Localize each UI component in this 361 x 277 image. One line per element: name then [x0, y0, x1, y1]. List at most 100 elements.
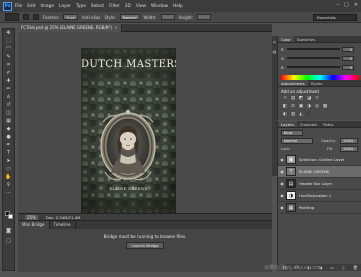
workspace-switcher[interactable]: Essentials — [313, 14, 357, 21]
threshold-adjustment-icon[interactable]: ◭ — [298, 112, 304, 118]
tab-layers[interactable]: Layers — [278, 121, 297, 127]
launch-bridge-button[interactable]: Launch Bridge — [126, 242, 164, 249]
tab-swatches[interactable]: Swatches — [294, 36, 318, 42]
minimize-icon[interactable]: – — [337, 2, 340, 8]
document-info[interactable]: Doc: 2.54M/21.4M — [46, 215, 81, 220]
menu-select[interactable]: Select — [91, 4, 104, 9]
crop-tool-icon[interactable]: ⌗ — [3, 61, 14, 69]
blur-tool-icon[interactable]: ◆ — [3, 125, 14, 133]
visibility-eye-icon[interactable]: ◉ — [278, 205, 286, 210]
quick-mask-icon[interactable]: ◙ — [3, 227, 14, 235]
menu-edit[interactable]: Edit — [27, 4, 35, 9]
tab-adjustments[interactable]: Adjustments — [278, 80, 308, 86]
tab-paths[interactable]: Paths — [320, 121, 336, 127]
brush-tool-icon[interactable]: ✏ — [3, 85, 14, 93]
menu-3d[interactable]: 3D — [125, 4, 131, 9]
dodge-tool-icon[interactable]: ● — [3, 133, 14, 141]
menu-help[interactable]: Help — [173, 4, 183, 9]
menu-layer[interactable]: Layer — [59, 4, 71, 9]
invert-adjustment-icon[interactable]: ◐ — [282, 112, 288, 118]
opacity-input[interactable]: 100% — [340, 138, 358, 144]
quick-select-tool-icon[interactable]: ✎ — [3, 53, 14, 61]
hue-saturation-adjustment-icon[interactable]: ◧ — [282, 104, 288, 110]
more-tools-icon[interactable]: ··· — [3, 189, 14, 197]
type-tool-icon[interactable]: T — [3, 149, 14, 157]
maximize-icon[interactable]: □ — [344, 2, 349, 8]
red-slider[interactable] — [287, 48, 340, 50]
width-input[interactable] — [160, 14, 175, 20]
layer-name[interactable]: ELAINE GREENE — [299, 169, 329, 174]
healing-brush-tool-icon[interactable]: ✚ — [3, 77, 14, 85]
levels-adjustment-icon[interactable]: ▤ — [290, 96, 296, 102]
antialias-checkbox[interactable]: Anti-alias — [82, 15, 101, 20]
gradient-map-adjustment-icon[interactable]: ⬛ — [306, 112, 312, 118]
green-value[interactable]: 0 — [342, 55, 354, 61]
layer-row[interactable]: ◉ ▣ Selection: Outline Layer — [278, 154, 361, 166]
tab-channels[interactable]: Channels — [297, 121, 321, 127]
layer-name[interactable]: Selection: Outline Layer — [299, 157, 345, 162]
layer-filter-select[interactable]: Kind — [281, 130, 303, 136]
visibility-eye-icon[interactable]: ◉ — [278, 157, 286, 162]
color-balance-adjustment-icon[interactable]: ⚖ — [290, 104, 296, 110]
zoom-tool-icon[interactable]: ⚲ — [3, 181, 14, 189]
layer-row[interactable]: ◉ ▤ Header Bar Layer — [278, 178, 361, 190]
layer-name[interactable]: Painting — [299, 205, 314, 210]
curves-adjustment-icon[interactable]: ◩ — [298, 96, 304, 102]
tab-timeline[interactable]: Timeline — [50, 221, 76, 229]
feather-input[interactable]: 0 px — [63, 14, 78, 20]
background-color-swatch[interactable] — [8, 214, 13, 219]
red-value[interactable]: 0 — [342, 46, 354, 52]
lasso-tool-icon[interactable]: ⌒ — [3, 45, 14, 53]
green-slider[interactable] — [287, 57, 340, 59]
menu-type[interactable]: Type — [76, 4, 86, 9]
visibility-eye-icon[interactable]: ◉ — [278, 193, 286, 198]
history-brush-tool-icon[interactable]: ↺ — [3, 101, 14, 109]
close-icon[interactable]: ✕ — [354, 2, 358, 8]
eyedropper-tool-icon[interactable]: ✐ — [3, 69, 14, 77]
layer-name[interactable]: Header Bar Layer — [299, 181, 332, 186]
shape-tool-icon[interactable]: ▭ — [3, 165, 14, 173]
visibility-eye-icon[interactable]: ◉ — [278, 169, 286, 174]
pen-tool-icon[interactable]: ✒ — [3, 141, 14, 149]
layer-row[interactable]: ◉ ◑ Hue/Saturation 1 — [278, 190, 361, 202]
gradient-tool-icon[interactable]: ▦ — [3, 117, 14, 125]
document-close-icon[interactable]: × — [114, 24, 117, 32]
photo-filter-adjustment-icon[interactable]: ◑ — [306, 104, 312, 110]
delete-layer-icon[interactable]: 🗑 — [353, 265, 358, 270]
layer-row-selected[interactable]: ◉ T ELAINE GREENE — [278, 166, 361, 178]
clone-stamp-tool-icon[interactable]: ♙ — [3, 93, 14, 101]
color-lookup-adjustment-icon[interactable]: ▦ — [322, 104, 328, 110]
blue-slider[interactable] — [287, 66, 340, 68]
menu-filter[interactable]: Filter — [109, 4, 120, 9]
document-tab[interactable]: FCTitel.psd @ 25% (ELAINE GREENE, RGB/8*… — [18, 24, 122, 32]
style-select[interactable]: Normal — [119, 14, 140, 20]
eraser-tool-icon[interactable]: ◫ — [3, 109, 14, 117]
exposure-adjustment-icon[interactable]: ◪ — [306, 96, 312, 102]
blend-mode-select[interactable]: Normal — [281, 138, 313, 144]
zoom-level[interactable]: 25% — [25, 214, 38, 220]
posterize-adjustment-icon[interactable]: ▥ — [290, 112, 296, 118]
height-input[interactable] — [197, 14, 212, 20]
new-layer-icon[interactable]: ▯ — [342, 265, 344, 270]
marquee-tool-icon[interactable]: ⬚ — [3, 37, 14, 45]
tool-preset-picker[interactable] — [5, 13, 19, 21]
layer-name[interactable]: Hue/Saturation 1 — [299, 193, 331, 198]
menu-file[interactable]: File — [15, 4, 22, 9]
black-white-adjustment-icon[interactable]: ▣ — [298, 104, 304, 110]
blue-value[interactable]: 0 — [342, 64, 354, 70]
new-group-icon[interactable]: ▭ — [330, 265, 334, 270]
brightness-adjustment-icon[interactable]: ☼ — [282, 96, 288, 102]
selection-mode-add[interactable] — [33, 14, 39, 20]
tab-styles[interactable]: Styles — [308, 80, 326, 86]
menu-window[interactable]: Window — [151, 4, 168, 9]
channel-mixer-adjustment-icon[interactable]: ◎ — [314, 104, 320, 110]
hand-tool-icon[interactable]: ✋ — [3, 173, 14, 181]
path-select-tool-icon[interactable]: ➤ — [3, 157, 14, 165]
screen-mode-icon[interactable]: ▢ — [3, 237, 14, 245]
menu-view[interactable]: View — [136, 4, 146, 9]
fill-input[interactable]: 100% — [340, 146, 358, 152]
move-tool-icon[interactable]: ✥ — [3, 29, 14, 37]
tab-color[interactable]: Color — [278, 36, 294, 42]
layer-row[interactable]: ◉ ▦ Painting — [278, 202, 361, 214]
menu-image[interactable]: Image — [41, 4, 54, 9]
